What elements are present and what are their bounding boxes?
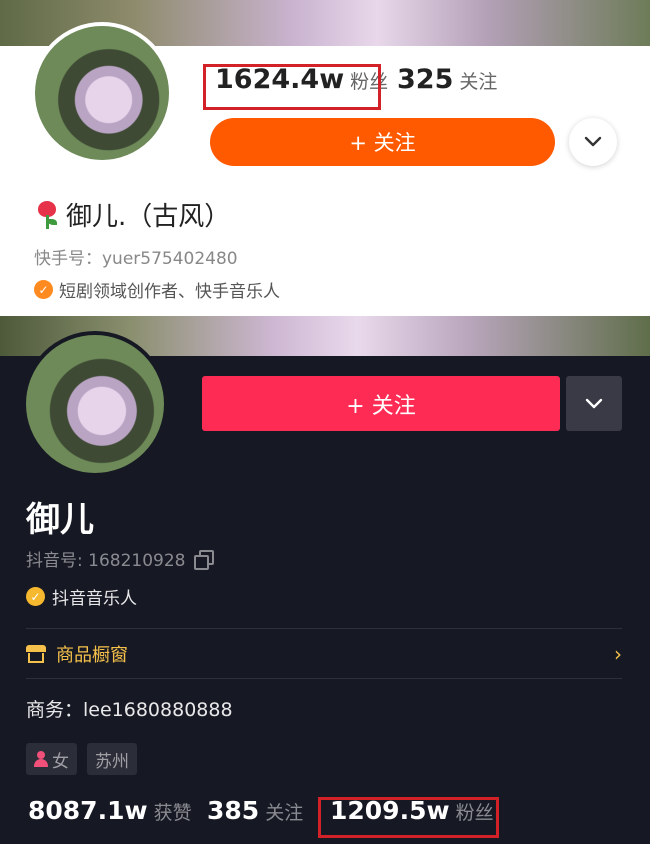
- certification: ✓ 短剧领域创作者、快手音乐人: [34, 277, 280, 302]
- chevron-down-icon: [585, 398, 603, 408]
- chevron-right-icon: ›: [614, 642, 622, 666]
- certification-text: 短剧领域创作者、快手音乐人: [59, 282, 280, 302]
- shop-window-row[interactable]: 商品橱窗 ›: [26, 630, 622, 678]
- following-stat[interactable]: 325 关注: [397, 64, 497, 110]
- following-label: 关注: [265, 802, 304, 824]
- following-stat[interactable]: 385 关注: [207, 796, 303, 836]
- profile-name: 御儿: [26, 500, 94, 540]
- profile-name: 御儿.（古风）: [34, 196, 230, 233]
- divider: [26, 678, 622, 679]
- profile-name-text: 御儿.（古风）: [66, 202, 231, 232]
- highlight-box: [203, 64, 381, 110]
- following-count: 325: [397, 64, 454, 95]
- douyin-profile-panel: + 关注 御儿 抖音号: 168210928 ✓ 抖音音乐人 商品橱窗 › 商务…: [0, 316, 650, 844]
- gender-text: 女: [52, 751, 69, 772]
- douyin-id: 抖音号: 168210928: [26, 546, 215, 571]
- check-badge-icon: ✓: [34, 280, 53, 299]
- douyin-id-text: 抖音号: 168210928: [26, 551, 186, 571]
- following-count: 385: [207, 796, 260, 825]
- city-text: 苏州: [95, 751, 129, 772]
- female-icon: [34, 751, 48, 767]
- gender-tag: 女: [26, 743, 77, 775]
- following-label: 关注: [459, 71, 498, 93]
- shop-window-label: 商品橱窗: [56, 645, 128, 666]
- follow-button[interactable]: + 关注: [210, 118, 555, 166]
- follow-button[interactable]: + 关注: [202, 376, 560, 431]
- divider: [26, 628, 622, 629]
- city-tag: 苏州: [87, 743, 137, 775]
- tulip-icon: [34, 200, 60, 229]
- chevron-down-icon: [584, 136, 602, 147]
- more-options-button[interactable]: [569, 118, 617, 166]
- shop-icon: [26, 645, 46, 663]
- kuaishou-id: 快手号：yuer575402480: [34, 249, 238, 269]
- avatar[interactable]: [22, 331, 168, 477]
- highlight-box: [318, 797, 499, 838]
- copy-icon[interactable]: [193, 549, 215, 570]
- likes-count: 8087.1w: [28, 796, 148, 825]
- certification-text: 抖音音乐人: [52, 589, 137, 609]
- certification: ✓ 抖音音乐人: [26, 584, 137, 609]
- kuaishou-profile-panel: 1624.4w 粉丝 325 关注 + 关注 御儿.（古风） 快手号：yuer5…: [0, 0, 650, 316]
- likes-stat[interactable]: 8087.1w 获赞: [28, 796, 192, 836]
- check-badge-icon: ✓: [26, 587, 45, 606]
- business-contact: 商务：lee1680880888: [26, 699, 233, 721]
- likes-label: 获赞: [153, 802, 192, 824]
- more-options-button[interactable]: [566, 376, 622, 431]
- avatar[interactable]: [31, 22, 173, 164]
